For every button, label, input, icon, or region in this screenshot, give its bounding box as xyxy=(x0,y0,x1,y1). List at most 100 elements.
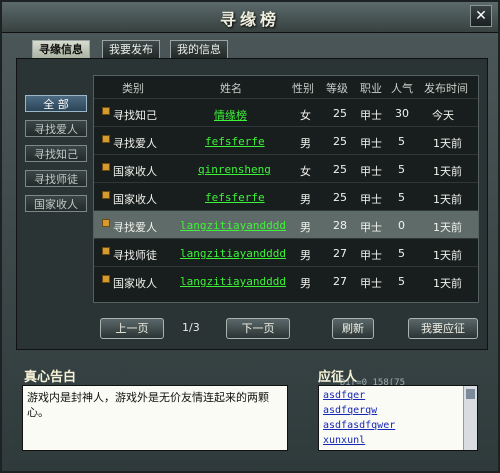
flag-icon xyxy=(102,247,110,255)
page-indicator: 1/3 xyxy=(182,321,200,334)
row-gender: 男 xyxy=(300,249,311,262)
category-find-lover[interactable]: 寻找爱人 xyxy=(25,120,87,137)
flag-icon xyxy=(102,219,110,227)
row-time: 1天前 xyxy=(433,221,462,234)
responder-link[interactable]: xunxunl xyxy=(323,433,461,448)
table-header: 类别 姓名 性别 等级 职业 人气 发布时间 xyxy=(94,76,478,98)
row-job: 甲士 xyxy=(360,221,382,234)
tab-publish[interactable]: 我要发布 xyxy=(102,40,160,59)
confession-title: 真心告白 xyxy=(24,370,77,385)
title-bar[interactable]: 寻缘榜 ✕ xyxy=(2,2,498,33)
row-level: 25 xyxy=(333,163,347,176)
responder-link[interactable]: asdfasdfqwer xyxy=(323,418,461,433)
row-job: 甲士 xyxy=(360,165,382,178)
row-level: 28 xyxy=(333,219,347,232)
row-popularity: 5 xyxy=(398,135,405,148)
row-type: 寻找爱人 xyxy=(113,137,157,150)
row-name-link[interactable]: langzitiayandddd xyxy=(180,275,286,288)
responder-link[interactable]: asdfqerqw xyxy=(323,403,461,418)
row-popularity: 5 xyxy=(398,191,405,204)
header-name: 姓名 xyxy=(220,82,242,95)
flag-icon xyxy=(102,191,110,199)
row-type: 寻找爱人 xyxy=(113,221,157,234)
tab-info[interactable]: 寻缘信息 xyxy=(32,40,90,59)
row-gender: 男 xyxy=(300,221,311,234)
header-gender: 性别 xyxy=(292,82,314,95)
row-popularity: 0 xyxy=(398,219,405,232)
row-name-link[interactable]: 情缘榜 xyxy=(214,107,247,123)
row-job: 甲士 xyxy=(360,109,382,122)
table-row[interactable]: 国家收人 langzitiayandddd 男 27 甲士 5 1天前 xyxy=(94,266,478,294)
category-find-mentor[interactable]: 寻找师徒 xyxy=(25,170,87,187)
close-button[interactable]: ✕ xyxy=(470,5,492,27)
table-row[interactable]: 寻找师徒 langzitiayandddd 男 27 甲士 5 1天前 xyxy=(94,238,478,266)
header-level: 等级 xyxy=(326,82,348,95)
listing-table: 类别 姓名 性别 等级 职业 人气 发布时间 寻找知己 情缘榜 女 25 甲士 … xyxy=(93,75,479,303)
table-row[interactable]: 国家收人 fefsferfe 男 25 甲士 5 1天前 xyxy=(94,182,478,210)
row-gender: 男 xyxy=(300,277,311,290)
apply-button[interactable]: 我要应征 xyxy=(408,318,478,339)
row-level: 25 xyxy=(333,107,347,120)
row-level: 25 xyxy=(333,135,347,148)
refresh-button[interactable]: 刷新 xyxy=(332,318,374,339)
row-time: 1天前 xyxy=(433,137,462,150)
row-type: 寻找知己 xyxy=(113,109,157,122)
row-popularity: 30 xyxy=(395,107,409,120)
row-name-link[interactable]: langzitiayandddd xyxy=(180,247,286,260)
next-page-button[interactable]: 下一页 xyxy=(226,318,290,339)
row-job: 甲士 xyxy=(360,193,382,206)
confession-text: 游戏内是封神人，游戏外是无价友情连起来的两颗心。 xyxy=(22,385,288,451)
row-gender: 女 xyxy=(300,165,311,178)
prev-page-button[interactable]: 上一页 xyxy=(100,318,164,339)
row-popularity: 5 xyxy=(398,247,405,260)
row-job: 甲士 xyxy=(360,249,382,262)
scrollbar-thumb[interactable] xyxy=(466,389,475,399)
row-popularity: 5 xyxy=(398,275,405,288)
table-row[interactable]: 国家收人 qinrensheng 女 25 甲士 5 1天前 xyxy=(94,154,478,182)
table-row[interactable]: 寻找爱人 fefsferfe 男 25 甲士 5 1天前 xyxy=(94,126,478,154)
header-popularity: 人气 xyxy=(391,82,413,95)
row-name-link[interactable]: qinrensheng xyxy=(198,163,271,176)
flag-icon xyxy=(102,107,110,115)
responder-link[interactable]: asdfqer xyxy=(323,388,461,403)
row-job: 甲士 xyxy=(360,137,382,150)
table-row-selected[interactable]: 寻找爱人 langzitiayandddd 男 28 甲士 0 1天前 xyxy=(94,210,478,238)
row-level: 27 xyxy=(333,247,347,260)
row-time: 1天前 xyxy=(433,165,462,178)
row-name-link[interactable]: fefsferfe xyxy=(205,135,265,148)
main-panel: 全 部 寻找爱人 寻找知己 寻找师徒 国家收人 类别 姓名 性别 等级 职业 人… xyxy=(16,58,488,350)
row-type: 国家收人 xyxy=(113,165,157,178)
tab-my-info[interactable]: 我的信息 xyxy=(170,40,228,59)
table-row[interactable]: 寻找知己 情缘榜 女 25 甲士 30 今天 xyxy=(94,98,478,126)
close-icon: ✕ xyxy=(475,8,487,24)
category-all[interactable]: 全 部 xyxy=(25,95,87,112)
category-find-friend[interactable]: 寻找知己 xyxy=(25,145,87,162)
row-popularity: 5 xyxy=(398,163,405,176)
responders-list: asdfqer asdfqerqw asdfasdfqwer xunxunl xyxy=(318,385,478,451)
flag-icon xyxy=(102,275,110,283)
row-level: 25 xyxy=(333,191,347,204)
matchmaking-window: 寻缘榜 ✕ 寻缘信息 我要发布 我的信息 全 部 寻找爱人 寻找知己 寻找师徒 … xyxy=(0,0,500,473)
lower-section: 真心告白 游戏内是封神人，游戏外是无价友情连起来的两颗心。 应征人 asdfqe… xyxy=(16,366,486,456)
row-job: 甲士 xyxy=(360,277,382,290)
row-type: 国家收人 xyxy=(113,193,157,206)
row-time: 1天前 xyxy=(433,193,462,206)
row-time: 1天前 xyxy=(433,277,462,290)
category-nation-recruit[interactable]: 国家收人 xyxy=(25,195,87,212)
responders-title: 应征人 xyxy=(318,370,358,385)
row-gender: 男 xyxy=(300,193,311,206)
row-time: 今天 xyxy=(432,109,454,122)
row-level: 27 xyxy=(333,275,347,288)
flag-icon xyxy=(102,163,110,171)
row-name-link[interactable]: langzitiayandddd xyxy=(180,219,286,232)
row-time: 1天前 xyxy=(433,249,462,262)
header-type: 类别 xyxy=(122,82,144,95)
header-time: 发布时间 xyxy=(424,82,468,95)
row-gender: 女 xyxy=(300,109,311,122)
header-job: 职业 xyxy=(360,82,382,95)
row-name-link[interactable]: fefsferfe xyxy=(205,191,265,204)
responders-scrollbar[interactable] xyxy=(463,386,477,450)
window-title: 寻缘榜 xyxy=(219,10,280,29)
row-gender: 男 xyxy=(300,137,311,150)
row-type: 国家收人 xyxy=(113,277,157,290)
